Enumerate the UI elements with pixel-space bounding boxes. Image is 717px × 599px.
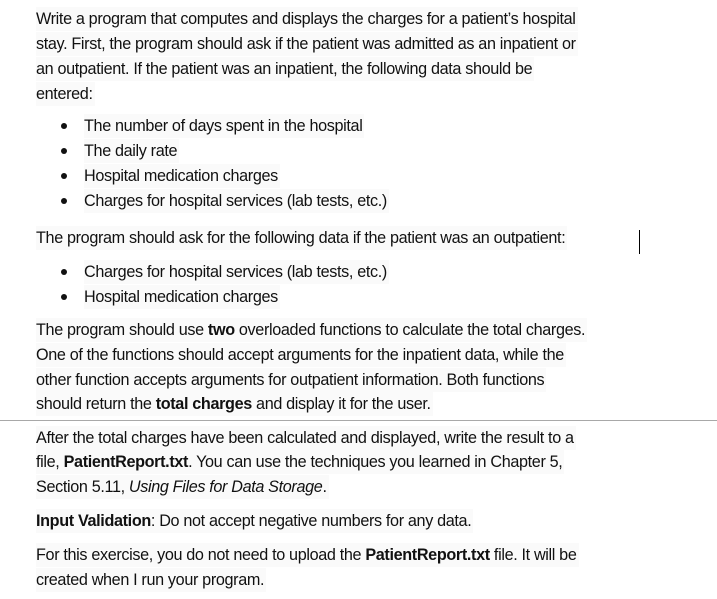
bullet-icon xyxy=(61,123,67,129)
list-item: The number of days spent in the hospital xyxy=(84,114,365,138)
text-run: For this exercise, you do not need to up… xyxy=(36,546,366,564)
filename-text: PatientReport.txt xyxy=(365,546,490,564)
text-run: : Do not accept negative numbers for any… xyxy=(150,512,472,530)
input-validation-label: Input Validation xyxy=(36,512,151,530)
bullet-icon xyxy=(61,148,67,154)
text-run: overloaded functions to calculate the to… xyxy=(234,321,586,339)
bold-text: total charges xyxy=(155,395,253,413)
bullet-icon xyxy=(61,269,67,275)
text-run: should return the xyxy=(36,395,156,413)
file-output-line-1: After the total charges have been calcul… xyxy=(36,426,576,450)
upload-note-line-1: For this exercise, you do not need to up… xyxy=(36,543,579,567)
upload-note-line-2: created when I run your program. xyxy=(36,568,267,592)
bullet-icon xyxy=(61,173,67,179)
list-item: The daily rate xyxy=(84,139,180,163)
bold-text: two xyxy=(207,321,235,339)
intro-line-1: Write a program that computes and displa… xyxy=(36,7,578,31)
functions-line-4: should return the total charges and disp… xyxy=(36,392,433,416)
text-run: file. It will be xyxy=(489,546,577,564)
filename-text: PatientReport.txt xyxy=(63,453,189,471)
text-run: file, xyxy=(36,453,64,471)
intro-line-2: stay. First, the program should ask if t… xyxy=(36,32,578,56)
list-item: Hospital medication charges xyxy=(84,164,280,188)
text-run: . xyxy=(322,478,327,496)
functions-line-2: One of the functions should accept argum… xyxy=(36,343,566,367)
list-item: Hospital medication charges xyxy=(84,285,280,309)
file-output-line-3: Section 5.11, Using Files for Data Stora… xyxy=(36,475,329,499)
list-item: Charges for hospital services (lab tests… xyxy=(84,189,389,213)
section-divider xyxy=(0,420,717,421)
text-run: and display it for the user. xyxy=(251,395,431,413)
document-page: Write a program that computes and displa… xyxy=(0,0,717,599)
intro-line-4: entered: xyxy=(36,82,95,106)
text-cursor xyxy=(639,230,640,254)
file-output-line-2: file, PatientReport.txt. You can use the… xyxy=(36,450,565,474)
list-item: Charges for hospital services (lab tests… xyxy=(84,260,389,284)
functions-line-3: other function accepts arguments for out… xyxy=(36,368,547,392)
text-run: Section 5.11, xyxy=(36,478,129,496)
bullet-icon xyxy=(61,198,67,204)
bullet-icon xyxy=(61,294,67,300)
section-title-text: Using Files for Data Storage xyxy=(128,478,323,496)
outpatient-intro-line: The program should ask for the following… xyxy=(36,226,568,250)
text-run: The program should use xyxy=(36,321,208,339)
text-run: . You can use the techniques you learned… xyxy=(188,453,563,471)
input-validation-line: Input Validation: Do not accept negative… xyxy=(36,509,474,533)
intro-line-3: an outpatient. If the patient was an inp… xyxy=(36,57,535,81)
functions-line-1: The program should use two overloaded fu… xyxy=(36,318,588,342)
